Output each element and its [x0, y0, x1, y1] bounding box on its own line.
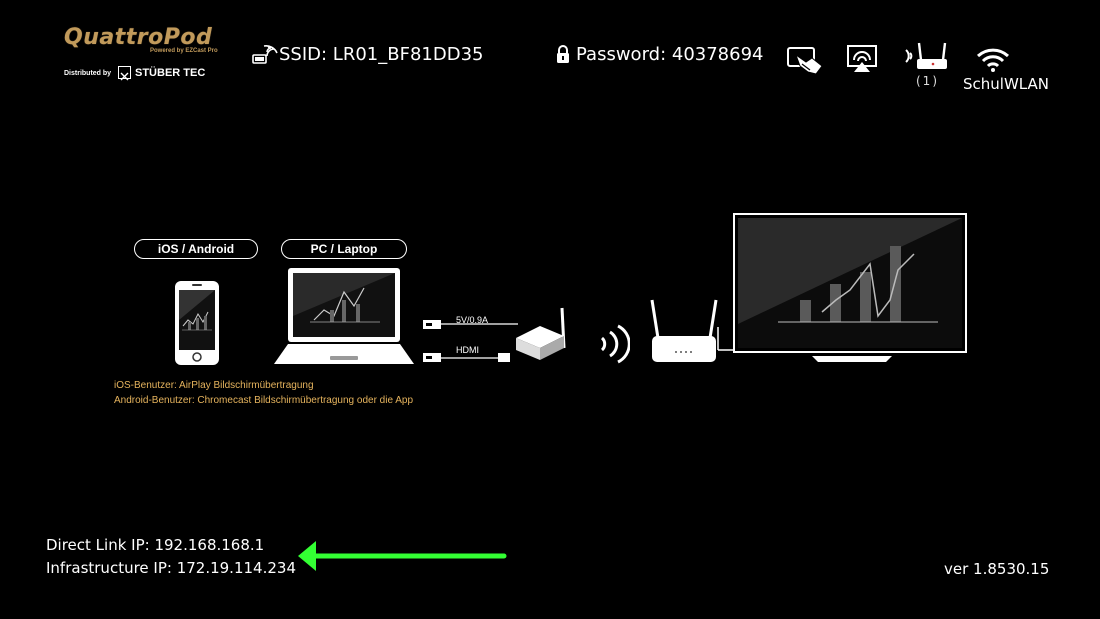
note-ios-users: iOS-Benutzer: AirPlay Bildschirmübertrag… [114, 380, 314, 391]
distributor-logo-icon [118, 66, 131, 81]
distributed-by-label: Distributed by [64, 70, 112, 77]
ssid-label: SSID: LR01_BF81DD35 [279, 44, 484, 65]
usb-power-label: 5V/0.9A [456, 315, 489, 325]
version-label: ver 1.8530.15 [944, 560, 1050, 578]
cast-wifi-icon [252, 45, 278, 69]
note-android-users: Android-Benutzer: Chromecast Bildschirmü… [114, 395, 414, 406]
wifi-router-illustration [648, 298, 720, 372]
wireless-signal-icon [598, 322, 631, 370]
infrastructure-ip: Infrastructure IP: 172.19.114.234 [46, 559, 296, 577]
router-icon[interactable] [902, 40, 950, 76]
pc-laptop-label: PC / Laptop [281, 239, 407, 259]
lock-icon [555, 44, 571, 68]
ios-android-label: iOS / Android [134, 239, 258, 259]
laptop-illustration [272, 266, 416, 372]
settings-hand-icon[interactable] [786, 44, 826, 80]
quattropod-dongle-illustration [512, 304, 572, 370]
distributor-name: STÜBER TEC [135, 67, 206, 79]
airplay-icon[interactable] [846, 44, 878, 78]
tv-display-illustration [716, 212, 970, 368]
hdmi-label: HDMI [456, 345, 479, 355]
password-label: Password: 40378694 [576, 44, 764, 65]
wifi-network-name: SchulWLAN [963, 75, 1049, 93]
green-arrow-annotation [296, 538, 508, 578]
wifi-icon[interactable] [976, 48, 1010, 76]
brand-powered-by: Powered by EZCast Pro [150, 48, 218, 54]
direct-link-ip: Direct Link IP: 192.168.168.1 [46, 536, 265, 554]
router-count: (1) [916, 74, 939, 88]
cables-illustration [422, 300, 522, 374]
smartphone-illustration [174, 280, 220, 370]
